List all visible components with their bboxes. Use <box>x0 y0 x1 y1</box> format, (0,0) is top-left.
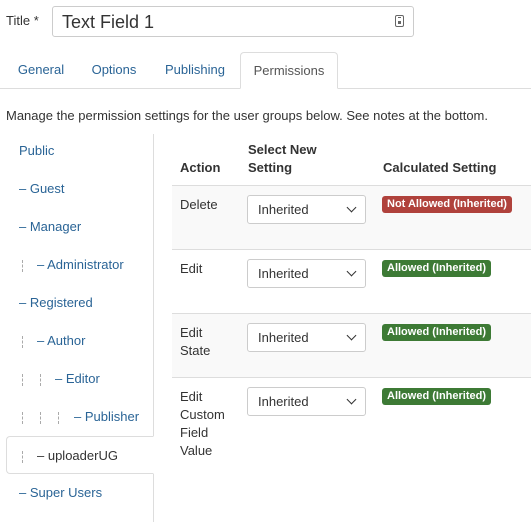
group-label: – Administrator <box>37 257 124 272</box>
status-badge-allowed: Allowed (Inherited) <box>382 324 491 341</box>
action-line: Edit <box>180 261 203 276</box>
table-row: Edit Inherited Allowed (Inherited) <box>172 249 531 313</box>
table-row: Edit State Inherited Allowed (Inherited) <box>172 313 531 377</box>
group-label: Public <box>19 143 55 158</box>
group-item-author[interactable]: – Author <box>0 322 153 360</box>
group-label: – Publisher <box>74 409 140 424</box>
header-select-setting: Select New Setting <box>248 141 317 177</box>
tree-line <box>58 412 59 424</box>
action-line: Delete <box>180 197 218 212</box>
action-line: Custom <box>180 407 225 422</box>
chevron-down-icon <box>346 330 357 341</box>
group-item-editor[interactable]: – Editor <box>0 360 153 398</box>
setting-value: Inherited <box>258 394 309 409</box>
setting-value: Inherited <box>258 330 309 345</box>
status-badge-allowed: Allowed (Inherited) <box>382 260 491 277</box>
table-row: Delete Inherited Not Allowed (Inherited) <box>172 185 531 249</box>
user-group-list: Public – Guest – Manager – Administrator… <box>0 134 154 522</box>
group-item-guest[interactable]: – Guest <box>0 170 153 208</box>
group-label: – Author <box>37 333 86 348</box>
title-input[interactable]: Text Field 1 <box>52 6 414 37</box>
setting-select[interactable]: Inherited <box>247 323 366 352</box>
status-badge-denied: Not Allowed (Inherited) <box>382 196 512 213</box>
tree-line <box>40 412 41 424</box>
group-item-manager[interactable]: – Manager <box>0 208 153 246</box>
action-label: Edit State <box>180 324 210 360</box>
tab-options[interactable]: Options <box>80 52 148 88</box>
setting-select[interactable]: Inherited <box>247 195 366 224</box>
tab-general[interactable]: General <box>8 52 74 88</box>
group-item-registered[interactable]: – Registered <box>0 284 153 322</box>
action-label: Edit <box>180 260 202 278</box>
group-item-publisher[interactable]: – Publisher <box>0 398 153 436</box>
group-item-administrator[interactable]: – Administrator <box>0 246 153 284</box>
action-line: Edit <box>180 389 203 404</box>
tab-bar: General Options Publishing Permissions <box>0 52 531 89</box>
action-line: Value <box>180 443 213 458</box>
header-calculated-setting: Calculated Setting <box>383 160 497 175</box>
tree-line <box>22 260 23 272</box>
table-row: Edit Custom Field Value Inherited Allowe… <box>172 377 531 467</box>
tree-line <box>40 374 41 386</box>
action-line: Field <box>180 425 209 440</box>
group-label: – Manager <box>19 219 82 234</box>
permissions-description: Manage the permission settings for the u… <box>6 108 489 123</box>
title-label: Title * <box>6 13 39 28</box>
tab-permissions[interactable]: Permissions <box>240 52 338 89</box>
setting-value: Inherited <box>258 202 309 217</box>
tab-publishing[interactable]: Publishing <box>154 52 236 88</box>
setting-select[interactable]: Inherited <box>247 387 366 416</box>
chevron-down-icon <box>346 394 357 405</box>
header-select-line1: Select New <box>248 142 317 157</box>
header-select-line2: Setting <box>248 160 293 175</box>
action-label: Edit Custom Field Value <box>180 388 225 460</box>
group-item-public[interactable]: Public <box>0 132 153 170</box>
lock-icon[interactable] <box>395 15 404 27</box>
tree-line <box>22 412 23 424</box>
action-line: State <box>180 343 211 358</box>
group-label: – Editor <box>55 371 100 386</box>
header-action: Action <box>180 160 221 175</box>
group-label: – Super Users <box>19 485 103 500</box>
group-item-super-users[interactable]: – Super Users <box>0 474 153 512</box>
tree-line <box>22 374 23 386</box>
status-badge-allowed: Allowed (Inherited) <box>382 388 491 405</box>
group-label: – Guest <box>19 181 65 196</box>
group-label: – uploaderUG <box>37 448 118 463</box>
setting-select[interactable]: Inherited <box>247 259 366 288</box>
title-value[interactable]: Text Field 1 <box>62 12 154 33</box>
action-line: Edit <box>180 325 203 340</box>
chevron-down-icon <box>346 266 357 277</box>
group-label: – Registered <box>19 295 93 310</box>
action-label: Delete <box>180 196 218 214</box>
group-item-uploaderug[interactable]: – uploaderUG <box>6 436 154 474</box>
tree-line <box>22 451 23 463</box>
setting-value: Inherited <box>258 266 309 281</box>
permissions-table: Action Select New Setting Calculated Set… <box>172 134 531 522</box>
tree-line <box>22 336 23 348</box>
chevron-down-icon <box>346 202 357 213</box>
